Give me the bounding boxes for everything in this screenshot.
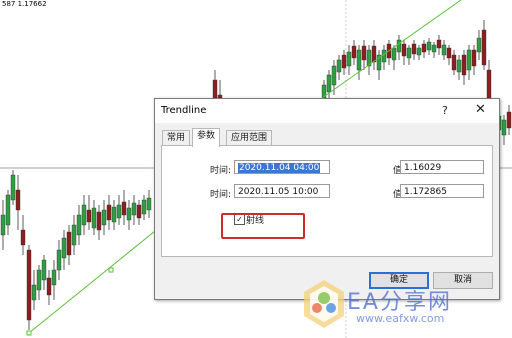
candle-body (446, 47, 452, 59)
candle-body (56, 249, 62, 271)
candle-body (416, 47, 422, 56)
trendline-properties-dialog: Trendline ? ✕ 常用 参数 应用范围 时间: 2020.11.04 … (154, 98, 500, 300)
candle-body (26, 249, 32, 321)
candle-body (71, 224, 77, 246)
candle-body (96, 211, 102, 231)
candle-body (331, 65, 337, 86)
time-input-2[interactable]: 2020.11.05 10:00 (234, 184, 330, 198)
candle-body (461, 54, 467, 76)
candle-body (351, 45, 357, 59)
candle-body (141, 199, 147, 215)
candle-body (431, 44, 437, 53)
candle-body (46, 277, 52, 296)
candle-body (326, 74, 332, 93)
candle-body (86, 209, 92, 223)
candle-body (401, 43, 407, 57)
candle-body (76, 214, 82, 236)
candle-body (476, 37, 482, 53)
candle-body (486, 69, 492, 101)
trendline-anchor-handle (26, 330, 32, 336)
candle-body (81, 204, 87, 226)
candle-body (20, 229, 26, 246)
candle-body (421, 43, 427, 53)
candle-body (361, 45, 367, 61)
candle-body (116, 204, 122, 219)
candle-body (91, 207, 97, 229)
candle-body (356, 49, 362, 71)
candle-body (101, 209, 107, 226)
candle-body (396, 39, 402, 53)
value-input-2[interactable]: 1.172865 (400, 184, 484, 198)
candle-body (501, 119, 507, 136)
candle-body (456, 59, 462, 73)
watermark-logo-icon (304, 280, 344, 328)
time-label-1: 时间: (210, 166, 232, 176)
watermark-url: www.eafxw.com (356, 312, 445, 325)
candle-body (346, 51, 352, 67)
candle-body (506, 111, 512, 129)
candle-body (436, 39, 442, 49)
candle-body (466, 49, 472, 71)
candle-body (51, 269, 57, 286)
candle-body (111, 206, 117, 223)
candle-body (15, 189, 21, 211)
candle-body (471, 49, 477, 67)
dialog-title: Trendline (161, 105, 207, 116)
time-label-2: 时间: (210, 190, 232, 200)
candle-body (36, 269, 42, 291)
candle-body (212, 79, 218, 101)
candle-body (371, 45, 377, 63)
trendline-mid-handle (108, 267, 114, 273)
candle-body (426, 41, 432, 51)
candle-body (66, 231, 72, 256)
candle-body (341, 54, 347, 69)
candle-body (41, 259, 47, 281)
candle-body (0, 214, 6, 236)
candle-body (5, 194, 11, 226)
candle-body (10, 174, 16, 201)
tab-common[interactable]: 常用 (162, 130, 191, 146)
candle-body (136, 204, 142, 219)
candle-body (391, 47, 397, 61)
time-input-1[interactable]: 2020.11.04 04:00 (234, 160, 330, 174)
candle-body (481, 29, 487, 66)
help-button[interactable]: ? (442, 104, 448, 117)
candle-body (406, 47, 412, 59)
tab-parameters[interactable]: 参数 (192, 128, 221, 147)
candle-body (336, 59, 342, 73)
candle-body (106, 204, 112, 221)
candle-body (146, 197, 152, 211)
close-button[interactable]: ✕ (475, 102, 486, 117)
candle-body (381, 49, 387, 63)
candle-body (61, 237, 67, 259)
candle-body (31, 284, 37, 301)
candle-body (121, 201, 127, 216)
candle-body (131, 202, 137, 216)
time-input-1-value: 2020.11.04 04:00 (238, 163, 321, 173)
candle-body (411, 43, 417, 55)
trendline-upper (321, 0, 462, 99)
candle-body (451, 54, 457, 71)
candle-body (126, 207, 132, 221)
dialog-titlebar: Trendline ? ✕ (155, 99, 499, 123)
highlight-box (221, 213, 305, 239)
candle-body (441, 44, 447, 56)
tab-visualization[interactable]: 应用范围 (226, 130, 273, 146)
value-input-1[interactable]: 1.16029 (400, 160, 484, 174)
price-header: 587 1.17662 (2, 0, 47, 8)
